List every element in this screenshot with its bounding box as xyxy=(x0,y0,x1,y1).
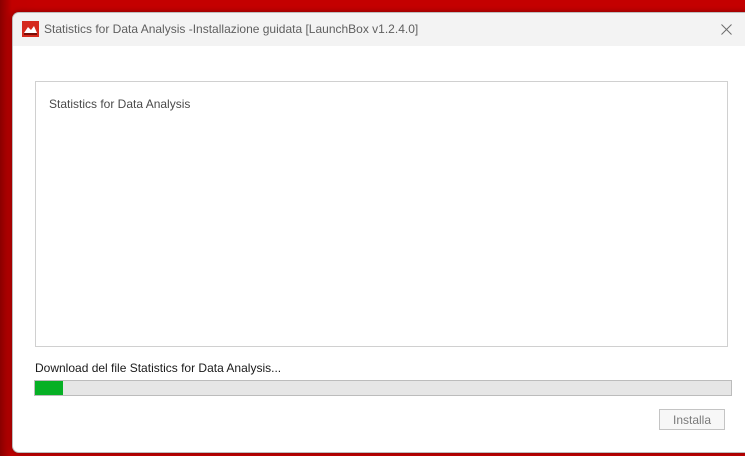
title-bar[interactable]: Statistics for Data Analysis -Installazi… xyxy=(13,13,745,46)
install-button[interactable]: Installa xyxy=(659,409,725,430)
close-button[interactable] xyxy=(704,13,745,46)
content-panel: Statistics for Data Analysis xyxy=(35,81,728,347)
panel-title: Statistics for Data Analysis xyxy=(49,97,191,111)
close-icon xyxy=(720,24,732,35)
progress-bar xyxy=(34,380,732,396)
window-title: Statistics for Data Analysis -Installazi… xyxy=(44,22,419,36)
status-text: Download del file Statistics for Data An… xyxy=(35,361,282,375)
progress-fill xyxy=(35,381,63,395)
installer-window: Statistics for Data Analysis -Installazi… xyxy=(12,12,745,453)
app-icon xyxy=(22,21,39,37)
